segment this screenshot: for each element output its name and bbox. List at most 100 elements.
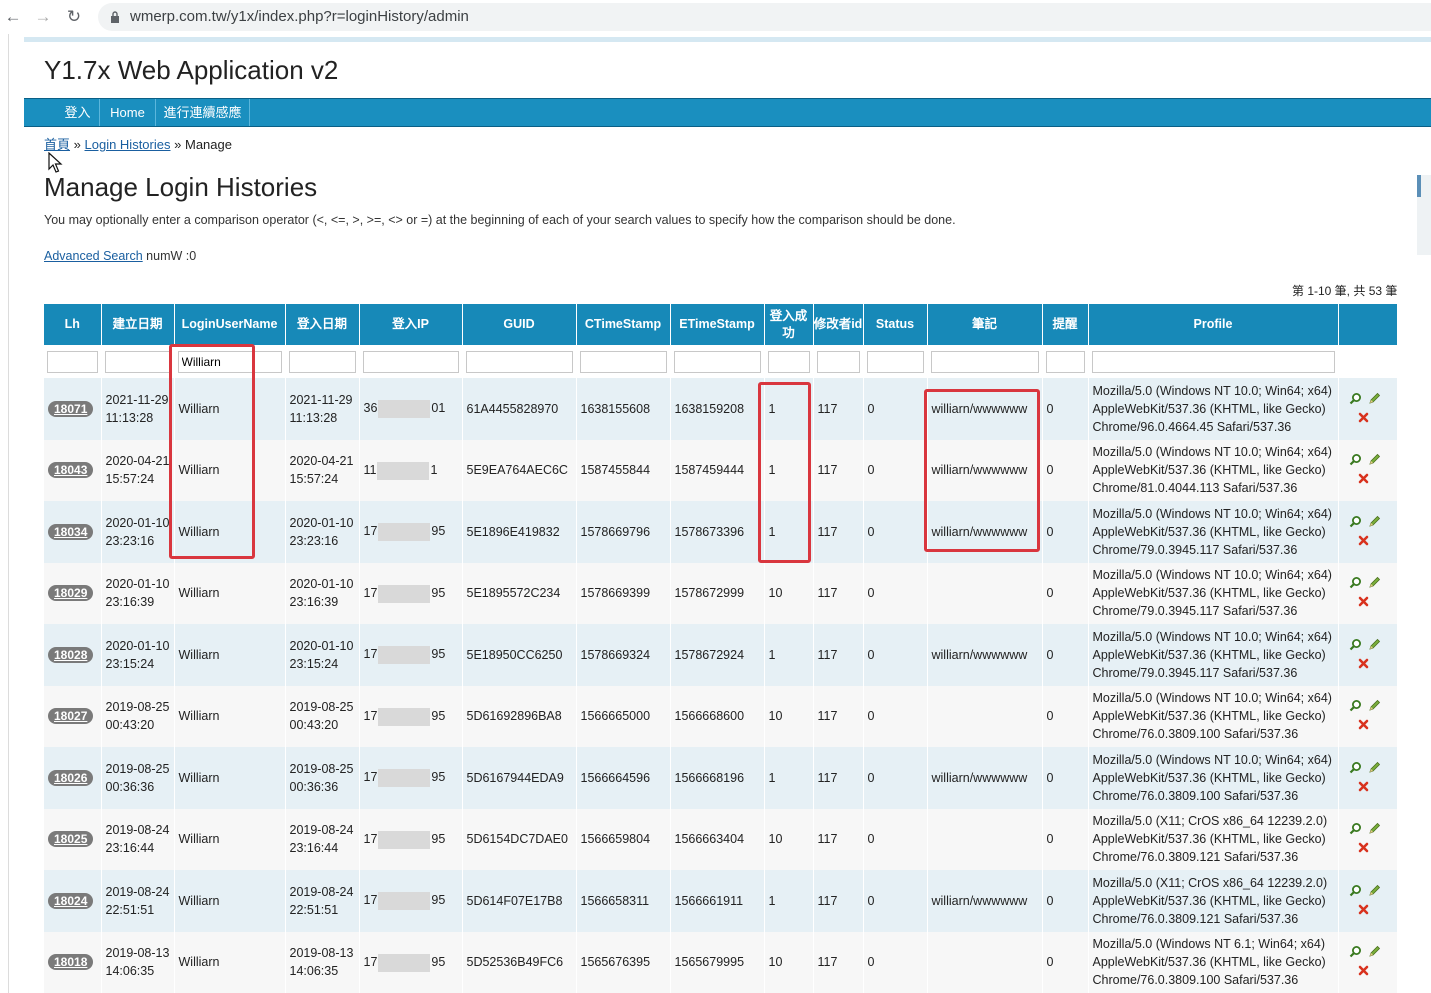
red-x-icon[interactable] bbox=[1358, 596, 1369, 607]
row-id-link[interactable]: 18025 bbox=[48, 831, 94, 848]
red-x-icon[interactable] bbox=[1358, 719, 1369, 730]
red-x-icon[interactable] bbox=[1358, 965, 1369, 976]
cell-username: Williarn bbox=[174, 501, 286, 563]
header-col-profile[interactable]: Profile bbox=[1088, 304, 1339, 345]
filter-input-col-etimestamp[interactable] bbox=[673, 350, 761, 373]
remind: 0 bbox=[1046, 770, 1054, 785]
magnifier-icon[interactable] bbox=[1349, 822, 1362, 835]
etimestamp: 1638159208 bbox=[674, 401, 745, 416]
pencil-icon[interactable] bbox=[1368, 761, 1381, 774]
header-col-username[interactable]: LoginUserName bbox=[174, 304, 286, 345]
filter-input-col-success[interactable] bbox=[767, 350, 810, 373]
cell-created: 2021-11-29 11:13:28 bbox=[101, 378, 175, 440]
remind: 0 bbox=[1046, 647, 1054, 662]
advanced-search-link[interactable]: Advanced Search bbox=[44, 249, 143, 263]
filter-input-col-created[interactable] bbox=[104, 350, 171, 373]
filter-input-col-modifier[interactable] bbox=[816, 350, 860, 373]
header-col-note[interactable]: 筆記 bbox=[927, 304, 1043, 345]
reload-icon[interactable]: ↻ bbox=[63, 6, 85, 28]
red-x-icon[interactable] bbox=[1358, 412, 1369, 423]
header-col-login-date[interactable]: 登入日期 bbox=[285, 304, 360, 345]
header-col-status[interactable]: Status bbox=[863, 304, 928, 345]
cell-ip: 17 95 bbox=[359, 562, 463, 624]
header-col-modifier[interactable]: 修改者id bbox=[813, 304, 864, 345]
row-id-link[interactable]: 18071 bbox=[48, 400, 94, 417]
row-id-link[interactable]: 18034 bbox=[48, 523, 94, 540]
numw-text: numW :0 bbox=[146, 249, 197, 263]
row-id-link[interactable]: 18026 bbox=[48, 769, 94, 786]
ctimestamp: 1587455844 bbox=[580, 463, 651, 478]
red-x-icon[interactable] bbox=[1358, 842, 1369, 853]
header-col-success[interactable]: 登入成功 bbox=[764, 304, 814, 345]
cell-profile: Mozilla/5.0 (Windows NT 10.0; Win64; x64… bbox=[1088, 747, 1339, 809]
magnifier-icon[interactable] bbox=[1349, 453, 1362, 466]
row-id-link[interactable]: 18029 bbox=[48, 585, 94, 602]
ip-prefix: 11 bbox=[363, 462, 377, 477]
filter-cell bbox=[1338, 345, 1398, 378]
login-success: 10 bbox=[768, 586, 783, 601]
filter-input-col-guid[interactable] bbox=[465, 350, 573, 373]
cell-guid: 5D6154DC7DAE0 bbox=[462, 808, 577, 870]
menu-item-sensing[interactable]: 進行連續感應 bbox=[156, 99, 250, 126]
ip-suffix: 95 bbox=[431, 954, 446, 969]
menu-item-login[interactable]: 登入 bbox=[56, 99, 100, 126]
filter-input-col-status[interactable] bbox=[866, 350, 924, 373]
header-col-remind[interactable]: 提醒 bbox=[1042, 304, 1089, 345]
magnifier-icon[interactable] bbox=[1349, 515, 1362, 528]
ip-prefix: 17 bbox=[363, 893, 378, 908]
filter-input-col-ctimestamp[interactable] bbox=[579, 350, 667, 373]
magnifier-icon[interactable] bbox=[1349, 638, 1362, 651]
menu-item-home[interactable]: Home bbox=[100, 99, 156, 126]
row-id-link[interactable]: 18028 bbox=[48, 646, 94, 663]
back-arrow-icon[interactable]: ← bbox=[2, 6, 24, 28]
header-col-lh[interactable]: Lh bbox=[44, 304, 102, 345]
magnifier-icon[interactable] bbox=[1349, 945, 1362, 958]
red-x-icon[interactable] bbox=[1358, 781, 1369, 792]
filter-input-col-note[interactable] bbox=[930, 350, 1039, 373]
filter-input-col-lh[interactable] bbox=[47, 350, 98, 373]
red-x-icon[interactable] bbox=[1358, 535, 1369, 546]
header-col-ctimestamp[interactable]: CTimeStamp bbox=[576, 304, 671, 345]
red-x-icon[interactable] bbox=[1358, 904, 1369, 915]
magnifier-icon[interactable] bbox=[1349, 884, 1362, 897]
row-id-link[interactable]: 18043 bbox=[48, 462, 94, 479]
magnifier-icon[interactable] bbox=[1349, 576, 1362, 589]
filter-row bbox=[44, 345, 1398, 378]
magnifier-icon[interactable] bbox=[1349, 699, 1362, 712]
header-col-ip[interactable]: 登入IP bbox=[359, 304, 463, 345]
header-col-created[interactable]: 建立日期 bbox=[101, 304, 175, 345]
filter-input-col-remind[interactable] bbox=[1045, 350, 1085, 373]
guid: 5D61692896BA8 bbox=[466, 709, 562, 724]
red-x-icon[interactable] bbox=[1358, 658, 1369, 669]
magnifier-icon[interactable] bbox=[1349, 761, 1362, 774]
filter-input-col-username[interactable] bbox=[177, 350, 282, 373]
pencil-icon[interactable] bbox=[1368, 515, 1381, 528]
magnifier-icon[interactable] bbox=[1349, 392, 1362, 405]
filter-input-col-profile[interactable] bbox=[1091, 350, 1335, 373]
address-bar[interactable]: wmerp.com.tw/y1x/index.php?r=loginHistor… bbox=[98, 3, 1431, 31]
row-id-link[interactable]: 18018 bbox=[48, 954, 94, 971]
row-id-link[interactable]: 18024 bbox=[48, 892, 94, 909]
filter-input-col-login-date[interactable] bbox=[288, 350, 356, 373]
breadcrumb-home-link[interactable]: 首頁 bbox=[44, 137, 70, 152]
pencil-icon[interactable] bbox=[1368, 576, 1381, 589]
pencil-icon[interactable] bbox=[1368, 699, 1381, 712]
filter-input-col-ip[interactable] bbox=[362, 350, 459, 373]
cell-remind: 0 bbox=[1042, 931, 1089, 993]
row-id-link[interactable]: 18027 bbox=[48, 708, 94, 725]
pencil-icon[interactable] bbox=[1368, 638, 1381, 651]
cell-status: 0 bbox=[863, 747, 928, 809]
pencil-icon[interactable] bbox=[1368, 884, 1381, 897]
pencil-icon[interactable] bbox=[1368, 453, 1381, 466]
red-x-icon[interactable] bbox=[1358, 473, 1369, 484]
pencil-icon[interactable] bbox=[1368, 822, 1381, 835]
ctimestamp: 1566664596 bbox=[580, 770, 651, 785]
etimestamp: 1566668196 bbox=[674, 770, 745, 785]
header-col-guid[interactable]: GUID bbox=[462, 304, 577, 345]
breadcrumb-list-link[interactable]: Login Histories bbox=[85, 137, 171, 152]
pencil-icon[interactable] bbox=[1368, 945, 1381, 958]
forward-arrow-icon[interactable]: → bbox=[32, 6, 54, 28]
header-col-etimestamp[interactable]: ETimeStamp bbox=[670, 304, 765, 345]
cell-ctimestamp: 1566665000 bbox=[576, 685, 671, 747]
pencil-icon[interactable] bbox=[1368, 392, 1381, 405]
